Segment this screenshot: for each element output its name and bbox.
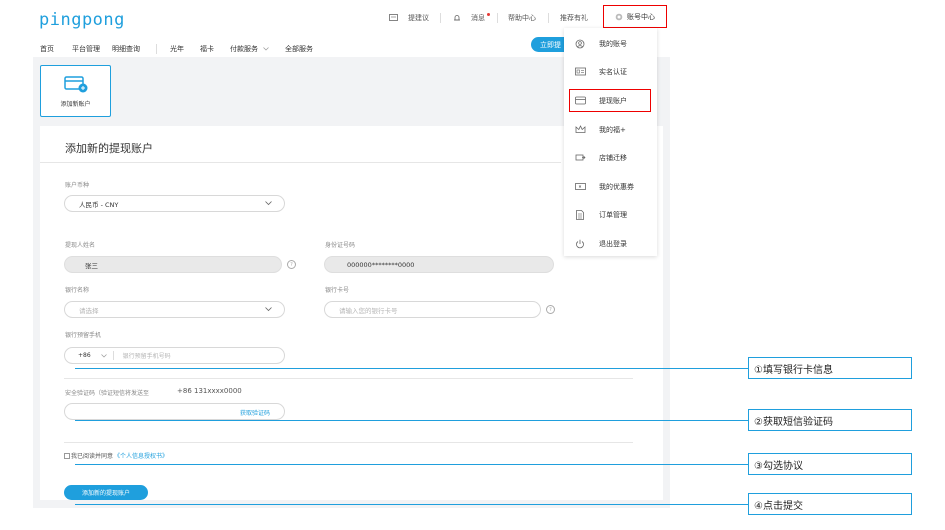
menu-item-label: 订单管理 (599, 211, 627, 219)
holder-name-label: 提现人姓名 (65, 242, 96, 249)
sms-phone: +86 131xxxx0000 (177, 387, 242, 395)
divider (497, 13, 498, 23)
get-code-button[interactable]: 获取验证码 (240, 408, 270, 417)
divider (112, 351, 114, 360)
authorization-link[interactable]: 《个人信息授权书》 (114, 451, 168, 460)
divider (156, 44, 157, 54)
divider (64, 442, 633, 443)
submit-button[interactable]: 添加新的提现账户 (64, 485, 148, 500)
store-move-icon (575, 154, 586, 161)
power-icon (576, 239, 584, 249)
chevron-down-icon (265, 307, 272, 312)
divider (64, 378, 633, 379)
divider (440, 13, 441, 23)
nav-all-services[interactable]: 全部服务 (285, 44, 313, 56)
menu-item-label: 实名认证 (599, 68, 627, 76)
phone-label: 银行预留手机 (65, 332, 102, 339)
currency-label: 账户币种 (65, 182, 90, 189)
coupon-icon (575, 183, 586, 190)
menu-item-logout[interactable]: 退出登录 (564, 234, 657, 254)
user-circle-icon (575, 39, 585, 49)
feedback-link[interactable]: 提建议 (389, 11, 429, 25)
menu-item-label: 我的优惠券 (599, 183, 634, 191)
annotation-step-1: ①填写银行卡信息 (748, 357, 912, 379)
menu-item-store-migration[interactable]: 店铺迁移 (564, 148, 657, 168)
account-center-button[interactable]: 账号中心 (603, 5, 667, 28)
nav-payment-label: 付款服务 (230, 45, 258, 53)
agree-text: 我已阅读并同意 (71, 453, 114, 460)
id-number-label: 身份证号码 (325, 242, 356, 249)
sms-code-label: 安全验证码（验证短信将发送至 (65, 390, 150, 397)
phone-input[interactable]: +86 银行预留手机号码 (64, 347, 285, 364)
nav-home[interactable]: 首页 (40, 44, 54, 56)
nav-payment[interactable]: 付款服务 (230, 44, 269, 56)
phone-prefix[interactable]: +86 (78, 352, 91, 359)
divider (40, 162, 561, 163)
logo[interactable]: pingpong (39, 10, 125, 30)
bank-name-label: 银行名称 (65, 287, 90, 294)
menu-item-real-name[interactable]: 实名认证 (564, 62, 657, 82)
refer-label: 推荐有礼 (560, 14, 588, 22)
menu-item-label: 我的账号 (599, 40, 627, 48)
highlight-box (569, 89, 651, 112)
currency-select[interactable]: 人民币 - CNY (64, 195, 285, 212)
menu-item-orders[interactable]: 订单管理 (564, 205, 657, 225)
bank-name-placeholder: 请选择 (79, 306, 99, 315)
document-icon (576, 210, 584, 220)
add-card-icon (64, 76, 88, 93)
menu-item-label: 店铺迁移 (599, 154, 627, 162)
crown-icon (575, 125, 586, 133)
agreement-row: 我已阅读并同意 《个人信息授权书》 (64, 451, 168, 460)
divider (548, 13, 549, 23)
annotation-step-2: ②获取短信验证码 (748, 409, 912, 431)
annotation-line (75, 420, 749, 421)
help-icon[interactable]: ? (287, 260, 296, 269)
menu-item-label: 退出登录 (599, 240, 627, 248)
unread-dot (487, 12, 490, 16)
card-number-placeholder: 请输入您的银行卡号 (339, 306, 398, 315)
help-center-label: 帮助中心 (508, 14, 536, 22)
annotation-step-3: ③勾选协议 (748, 453, 912, 475)
feedback-icon (389, 14, 398, 21)
nav-platform[interactable]: 平台管理 (72, 44, 100, 56)
bell-icon (454, 15, 460, 21)
card-number-input[interactable]: 请输入您的银行卡号 (324, 301, 541, 318)
currency-value: 人民币 - CNY (79, 200, 119, 209)
chevron-down-icon (263, 47, 269, 51)
annotation-line (75, 504, 749, 505)
nav-guangnian[interactable]: 光年 (170, 44, 184, 56)
menu-item-fu-plus[interactable]: 我的福+ (564, 120, 657, 140)
feedback-label: 提建议 (408, 14, 429, 22)
annotation-step-4: ④点击提交 (748, 493, 912, 515)
page: pingpong 提建议 消息 帮助中心 推荐有礼 账号中心 首页 平台管理 明… (0, 0, 945, 530)
add-account-card[interactable]: 添加新账户 (40, 65, 111, 117)
nav-fuka[interactable]: 福卡 (200, 44, 214, 56)
holder-name-value: 张三 (85, 261, 98, 270)
account-center-label: 账号中心 (627, 12, 655, 21)
messages-link[interactable]: 消息 (453, 11, 492, 25)
help-icon[interactable]: ? (546, 305, 555, 314)
id-number-value: 000000********0000 (347, 260, 415, 269)
messages-label: 消息 (471, 14, 485, 22)
menu-item-label: 我的福+ (599, 126, 626, 134)
add-account-label: 添加新账户 (60, 101, 91, 108)
annotation-line (75, 464, 749, 465)
agree-checkbox[interactable] (64, 452, 70, 459)
phone-placeholder: 银行预留手机号码 (122, 353, 171, 360)
menu-item-my-account[interactable]: 我的账号 (564, 34, 657, 54)
refer-link[interactable]: 推荐有礼 (560, 11, 588, 25)
id-number-field: 000000********0000 (324, 256, 554, 273)
chevron-down-icon (100, 353, 107, 357)
account-icon (615, 13, 623, 20)
menu-item-coupons[interactable]: 我的优惠券 (564, 177, 657, 197)
help-center-link[interactable]: 帮助中心 (508, 11, 536, 25)
card-number-label: 银行卡号 (325, 287, 350, 294)
form-title: 添加新的提现账户 (65, 142, 153, 155)
id-card-icon (575, 67, 586, 76)
chevron-down-icon (265, 201, 272, 206)
annotation-line (75, 368, 749, 369)
bank-name-select[interactable]: 请选择 (64, 301, 285, 318)
nav-details[interactable]: 明细查询 (112, 44, 140, 56)
holder-name-field: 张三 (64, 256, 282, 273)
